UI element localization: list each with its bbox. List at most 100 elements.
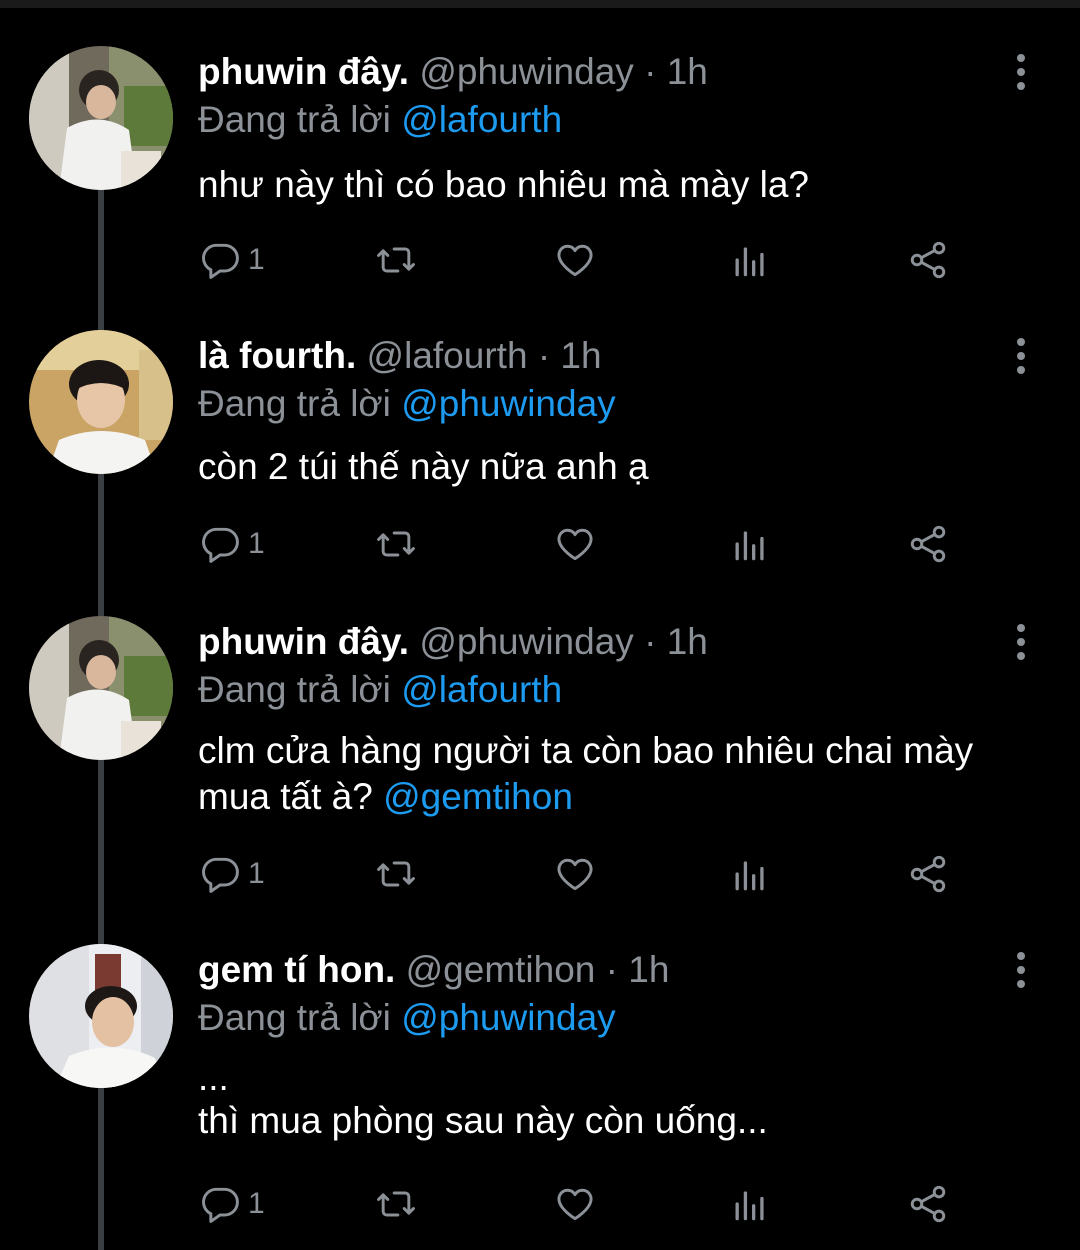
views-button[interactable] <box>728 522 772 566</box>
like-button[interactable] <box>553 238 597 282</box>
analytics-icon <box>735 531 764 561</box>
tweet-header: gem tí hon. @gemtihon · 1h <box>198 948 669 992</box>
reply-icon <box>202 1187 239 1223</box>
tweet-header: là fourth. @lafourth · 1h <box>198 334 602 378</box>
fourth-avatar-image <box>29 330 173 474</box>
tweet-text-line: ... <box>198 1057 229 1098</box>
more-icon[interactable] <box>1006 624 1036 660</box>
tweet-text: như này thì có bao nhiêu mà mày la? <box>198 162 1048 208</box>
tweet-text-line: mua tất à? @gemtihon <box>198 774 1048 820</box>
retweet-button[interactable] <box>374 852 418 896</box>
display-name[interactable]: gem tí hon. <box>198 949 395 990</box>
replying-to-label: Đang trả lời <box>198 669 391 710</box>
reply-button[interactable]: 1 <box>198 1182 265 1226</box>
display-name[interactable]: phuwin đây. <box>198 621 409 662</box>
views-button[interactable] <box>728 238 772 282</box>
share-icon <box>910 855 946 893</box>
retweet-button[interactable] <box>374 1182 418 1226</box>
avatar[interactable] <box>29 46 173 190</box>
reply-button[interactable]: 1 <box>198 852 265 896</box>
user-handle[interactable]: @phuwinday <box>419 621 633 662</box>
like-button[interactable] <box>553 1182 597 1226</box>
replying-to: Đang trả lời @lafourth <box>198 668 562 712</box>
share-icon <box>910 1185 946 1223</box>
replying-to-label: Đang trả lời <box>198 99 391 140</box>
timestamp[interactable]: 1h <box>628 949 669 990</box>
mention-link[interactable]: @phuwinday <box>401 997 615 1038</box>
timestamp[interactable]: 1h <box>667 51 708 92</box>
mention-link[interactable]: @phuwinday <box>401 383 615 424</box>
mention-link[interactable]: @gemtihon <box>383 776 573 817</box>
replying-to: Đang trả lời @phuwinday <box>198 382 616 426</box>
replying-to: Đang trả lời @phuwinday <box>198 996 616 1040</box>
retweet-button[interactable] <box>374 238 418 282</box>
mention-link[interactable]: @lafourth <box>401 99 562 140</box>
timestamp[interactable]: 1h <box>560 335 601 376</box>
display-name[interactable]: là fourth. <box>198 335 356 376</box>
action-bar: 1 <box>198 852 958 896</box>
retweet-icon <box>377 1191 415 1217</box>
top-divider <box>0 0 1080 8</box>
share-button[interactable] <box>906 852 950 896</box>
mention-link[interactable]: @lafourth <box>401 669 562 710</box>
phuwin-avatar-image <box>29 616 173 760</box>
timestamp[interactable]: 1h <box>667 621 708 662</box>
reply-count: 1 <box>248 1187 265 1220</box>
share-button[interactable] <box>906 1182 950 1226</box>
avatar[interactable] <box>29 616 173 760</box>
views-button[interactable] <box>728 852 772 896</box>
like-button[interactable] <box>553 852 597 896</box>
analytics-icon <box>735 247 764 277</box>
heart-icon <box>557 1188 593 1221</box>
action-bar: 1 <box>198 1182 958 1226</box>
reply-button[interactable]: 1 <box>198 522 265 566</box>
reply-icon <box>202 243 239 279</box>
tweet-text: còn 2 túi thế này nữa anh ạ <box>198 444 1048 490</box>
replying-to: Đang trả lời @lafourth <box>198 98 562 142</box>
heart-icon <box>557 858 593 891</box>
heart-icon <box>557 244 593 277</box>
reply-icon <box>202 527 239 563</box>
share-button[interactable] <box>906 522 950 566</box>
more-icon[interactable] <box>1006 338 1036 374</box>
action-bar: 1 <box>198 522 958 566</box>
tweet-text-line: clm cửa hàng người ta còn bao nhiêu chai… <box>198 730 974 771</box>
avatar[interactable] <box>29 944 173 1088</box>
share-button[interactable] <box>906 238 950 282</box>
user-handle[interactable]: @phuwinday <box>419 51 633 92</box>
tweet-text-fragment: mua tất à? <box>198 776 373 817</box>
separator-dot: · <box>537 335 551 376</box>
thread-connector <box>98 1088 104 1250</box>
heart-icon <box>557 528 593 561</box>
more-icon[interactable] <box>1006 54 1036 90</box>
tweet-text: clm cửa hàng người ta còn bao nhiêu chai… <box>198 728 1048 820</box>
analytics-icon <box>735 861 764 891</box>
reply-icon <box>202 857 239 893</box>
reply-count: 1 <box>248 243 265 276</box>
thread-connector <box>98 760 104 946</box>
retweet-button[interactable] <box>374 522 418 566</box>
tweet-header: phuwin đây. @phuwinday · 1h <box>198 50 708 94</box>
action-bar: 1 <box>198 238 958 282</box>
display-name[interactable]: phuwin đây. <box>198 51 409 92</box>
thread-connector <box>98 190 104 330</box>
separator-dot: · <box>605 949 618 990</box>
gem-avatar-image <box>29 944 173 1088</box>
reply-count: 1 <box>248 527 265 560</box>
user-handle[interactable]: @gemtihon <box>406 949 596 990</box>
retweet-icon <box>377 531 415 557</box>
user-handle[interactable]: @lafourth <box>367 335 528 376</box>
like-button[interactable] <box>553 522 597 566</box>
reply-button[interactable]: 1 <box>198 238 265 282</box>
reply-count: 1 <box>248 857 265 890</box>
separator-dot: · <box>644 51 657 92</box>
tweet-header: phuwin đây. @phuwinday · 1h <box>198 620 708 664</box>
share-icon <box>910 525 946 563</box>
avatar[interactable] <box>29 330 173 474</box>
thread-connector <box>98 474 104 616</box>
views-button[interactable] <box>728 1182 772 1226</box>
more-icon[interactable] <box>1006 952 1036 988</box>
phuwin-avatar-image <box>29 46 173 190</box>
retweet-icon <box>377 247 415 273</box>
tweet-text-line: thì mua phòng sau này còn uống... <box>198 1100 768 1141</box>
